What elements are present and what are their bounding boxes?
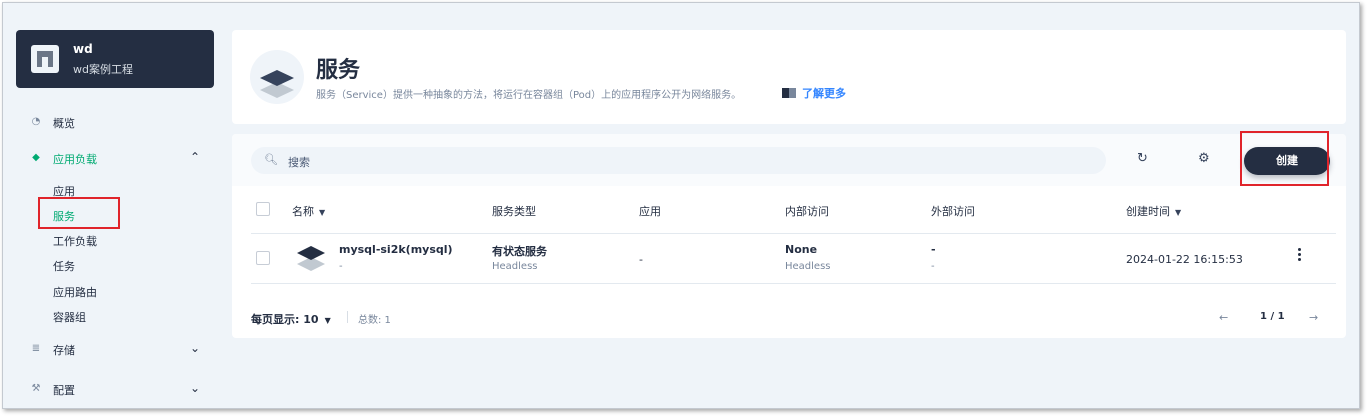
page-size-value: 10 — [303, 313, 319, 326]
dashboard-icon: ◔ — [31, 116, 41, 127]
page-title: 服务 — [316, 58, 361, 83]
service-type: 有状态服务 — [492, 245, 547, 258]
nav-storage-label: 存储 — [53, 344, 75, 357]
search-input[interactable]: 🔍︎ 搜索 — [251, 147, 1106, 174]
nav-overview[interactable]: ◔ 概览 — [16, 112, 214, 134]
chevron-down-icon: ⌄ — [190, 381, 201, 395]
workspace-card[interactable]: wd wd案例工程 — [16, 30, 214, 88]
select-all-checkbox[interactable] — [256, 202, 270, 216]
highlight-box-create — [1240, 131, 1329, 186]
page-indicator: 1 / 1 — [1260, 311, 1285, 322]
building-icon — [31, 45, 59, 73]
service-name-link[interactable]: mysql-si2k(mysql) — [339, 243, 453, 256]
created-time: 2024-01-22 16:15:53 — [1126, 253, 1243, 266]
database-icon: ≣ — [31, 343, 41, 354]
highlight-box-services — [38, 197, 120, 229]
total-count: 总数: 1 — [358, 315, 391, 326]
page-size-label: 每页显示: — [251, 313, 300, 326]
internal-access-sub: Headless — [785, 261, 831, 272]
service-app: - — [639, 253, 643, 266]
divider — [251, 233, 1336, 234]
row-checkbox[interactable] — [256, 251, 270, 265]
service-name-sub: - — [339, 261, 343, 272]
external-access: - — [931, 243, 936, 256]
service-type-sub: Headless — [492, 261, 538, 272]
nav-workloads-label: 应用负载 — [53, 153, 97, 166]
learn-more-link[interactable]: 了解更多 — [782, 85, 846, 101]
internal-access: None — [785, 243, 818, 256]
hammer-icon: ⚒ — [31, 383, 41, 394]
nav-config[interactable]: ⚒ 配置 ⌄ — [16, 379, 214, 401]
column-header-name[interactable]: 名称 ▼ — [292, 203, 325, 219]
nav-overview-label: 概览 — [53, 117, 75, 130]
service-icon — [295, 242, 327, 275]
external-access-sub: - — [931, 261, 935, 272]
book-icon — [782, 88, 796, 98]
workspace-description: wd案例工程 — [73, 63, 133, 76]
caret-down-icon: ▼ — [1175, 208, 1182, 217]
subnav-workloads[interactable]: 工作负载 — [53, 233, 97, 249]
divider — [347, 311, 348, 323]
toolbar: 🔍︎ 搜索 ↻ ⚙ 创建 — [232, 134, 1346, 186]
arrow-right-icon[interactable]: → — [1309, 311, 1318, 324]
kebab-icon[interactable] — [1298, 248, 1302, 262]
nav-storage[interactable]: ≣ 存储 ⌄ — [16, 339, 214, 361]
app-window: wd wd案例工程 ◔ 概览 ◆ 应用负载 ⌃ 应用 服务 工作负载 任务 应用… — [2, 2, 1360, 409]
column-header-app: 应用 — [639, 205, 661, 218]
caret-down-icon: ▼ — [319, 208, 326, 217]
column-header-internal: 内部访问 — [785, 205, 829, 218]
services-table-panel: 🔍︎ 搜索 ↻ ⚙ 创建 名称 ▼ 服务类型 应用 内部访问 外部访问 创建时间 ▼… — [232, 134, 1346, 338]
page-description: 服务（Service）提供一种抽象的方法，将运行在容器组（Pod）上的应用程序公… — [316, 90, 742, 101]
page-header: 服务 服务（Service）提供一种抽象的方法，将运行在容器组（Pod）上的应用… — [232, 30, 1346, 124]
service-icon — [250, 50, 304, 104]
chevron-up-icon: ⌃ — [190, 150, 201, 164]
gear-icon[interactable]: ⚙ — [1198, 151, 1210, 166]
column-name-label: 名称 — [292, 205, 314, 218]
chevron-down-icon: ⌄ — [190, 341, 201, 355]
column-header-type: 服务类型 — [492, 205, 536, 218]
column-header-external: 外部访问 — [931, 205, 975, 218]
column-header-created[interactable]: 创建时间 ▼ — [1126, 203, 1181, 219]
layers-icon: ◆ — [32, 152, 40, 163]
caret-down-icon: ▼ — [324, 316, 331, 325]
subnav-routes[interactable]: 应用路由 — [53, 284, 97, 300]
nav-config-label: 配置 — [53, 384, 75, 397]
subnav-jobs[interactable]: 任务 — [53, 258, 75, 274]
column-created-label: 创建时间 — [1126, 205, 1170, 218]
arrow-left-icon[interactable]: ← — [1219, 311, 1228, 324]
refresh-icon[interactable]: ↻ — [1137, 151, 1148, 166]
page-size-selector[interactable]: 每页显示: 10 ▼ — [251, 311, 331, 327]
nav-workloads[interactable]: ◆ 应用负载 ⌃ — [16, 148, 214, 170]
subnav-pods[interactable]: 容器组 — [53, 309, 86, 325]
search-icon: 🔍︎ — [264, 153, 278, 166]
workspace-name: wd — [73, 42, 93, 56]
learn-more-label: 了解更多 — [802, 87, 846, 100]
search-placeholder: 搜索 — [288, 156, 310, 169]
divider — [251, 283, 1336, 284]
